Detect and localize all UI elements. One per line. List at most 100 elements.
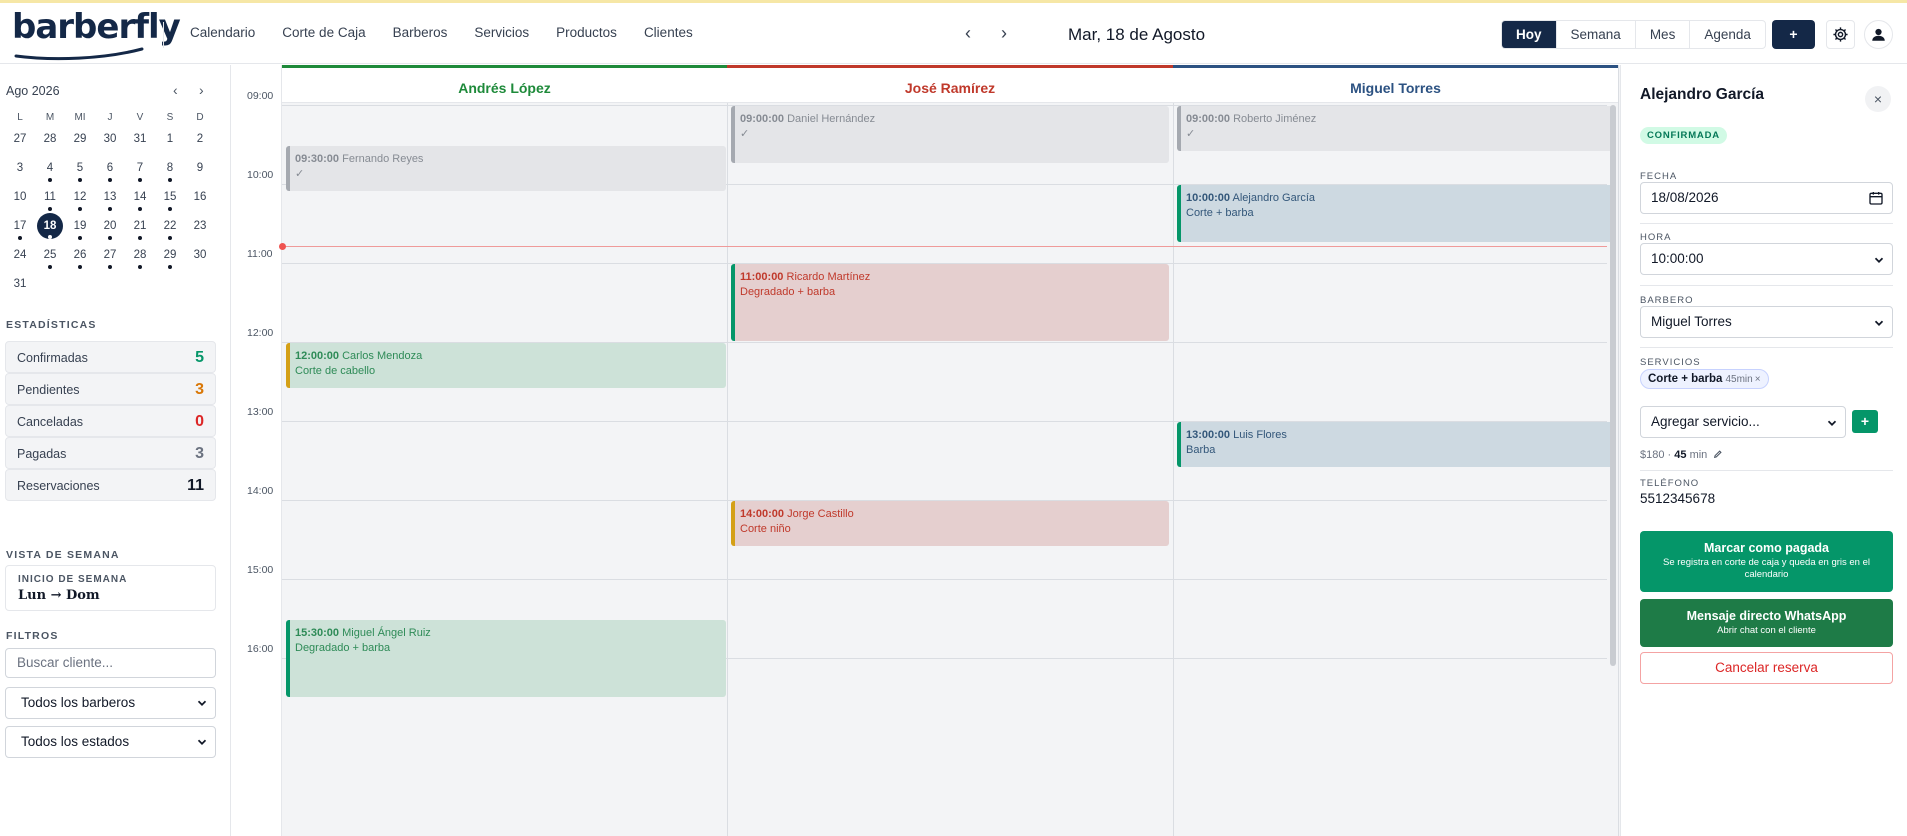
calendar-day-number: 11 — [44, 191, 56, 203]
nav-calendario[interactable]: Calendario — [190, 25, 255, 40]
appointment-card[interactable]: 11:00:00 Ricardo Martínez Degradado + bar… — [731, 264, 1169, 341]
nav-barberos[interactable]: Barberos — [393, 25, 448, 40]
calendar-day[interactable]: 29 — [155, 243, 185, 272]
appointment-card[interactable]: 10:00:00 Alejandro García Corte + barba — [1177, 185, 1614, 243]
calendar-day[interactable]: 6 — [95, 156, 125, 185]
calendar-day[interactable]: 15 — [155, 185, 185, 214]
calendar-day[interactable]: 30 — [185, 243, 215, 272]
calendar-day[interactable]: 17 — [5, 214, 35, 243]
calendar-day[interactable]: 4 — [35, 156, 65, 185]
calendar-day[interactable]: 7 — [125, 156, 155, 185]
calendar-day[interactable]: 28 — [35, 127, 65, 156]
view-week-button[interactable]: Semana — [1557, 21, 1636, 48]
barber-column-header[interactable]: José Ramírez — [727, 65, 1173, 103]
add-service-select[interactable]: Agregar servicio... — [1640, 406, 1846, 438]
appointment-card[interactable]: 13:00:00 Luis Flores Barba — [1177, 422, 1614, 468]
pencil-icon[interactable] — [1713, 449, 1723, 459]
view-today-button[interactable]: Hoy — [1502, 21, 1557, 48]
appointment-card[interactable]: 14:00:00 Jorge Castillo Corte niño — [731, 501, 1169, 547]
service-chip[interactable]: Corte + barba 45min × — [1640, 369, 1769, 389]
time-caption: HORA — [1640, 232, 1672, 243]
calendar-day[interactable]: 21 — [125, 214, 155, 243]
calendar-week-row: 10 11 12 13 14 15 16 — [5, 185, 215, 214]
barber-column-header[interactable]: Miguel Torres — [1173, 65, 1618, 103]
calendar-day[interactable]: 26 — [65, 243, 95, 272]
new-appointment-button[interactable]: + — [1772, 20, 1815, 49]
calendar-day[interactable]: 3 — [5, 156, 35, 185]
phone-value: 5512345678 — [1640, 491, 1716, 506]
whatsapp-button[interactable]: Mensaje directo WhatsApp Abrir chat con … — [1640, 599, 1893, 647]
calendar-day[interactable]: 27 — [5, 127, 35, 156]
stat-confirmadas[interactable]: Confirmadas 5 — [5, 341, 216, 373]
appointment-detail: Barba — [1186, 444, 1216, 456]
client-search-input[interactable]: Buscar cliente... — [5, 648, 216, 678]
calendar-day[interactable]: 28 — [125, 243, 155, 272]
column-divider — [1173, 65, 1174, 836]
app-logo[interactable]: barberfly — [12, 7, 181, 47]
next-day-button[interactable]: › — [994, 23, 1014, 44]
week-start-setting[interactable]: INICIO DE SEMANA Lun → Dom — [5, 565, 216, 611]
appointment-card[interactable]: 09:30:00 Fernando Reyes ✓ — [286, 145, 726, 191]
calendar-day[interactable]: 19 — [65, 214, 95, 243]
calendar-day[interactable]: 1 — [155, 127, 185, 156]
add-service-button[interactable]: + — [1852, 410, 1878, 433]
barber-select[interactable]: Miguel Torres — [1640, 306, 1893, 338]
calendar-day[interactable]: 23 — [185, 214, 215, 243]
calendar-day[interactable]: 5 — [65, 156, 95, 185]
nav-corte-de-caja[interactable]: Corte de Caja — [282, 25, 365, 40]
status-filter-select[interactable]: Todos los estados — [5, 726, 216, 758]
calendar-day[interactable]: 13 — [95, 185, 125, 214]
mark-paid-button[interactable]: Marcar como pagada Se registra en corte … — [1640, 531, 1893, 592]
date-field[interactable]: 18/08/2026 — [1640, 182, 1893, 214]
settings-button[interactable] — [1826, 20, 1855, 49]
cancel-reservation-button[interactable]: Cancelar reserva — [1640, 652, 1893, 684]
view-agenda-button[interactable]: Agenda — [1690, 21, 1765, 48]
calendar-day[interactable]: 24 — [5, 243, 35, 272]
prev-day-button[interactable]: ‹ — [958, 23, 978, 44]
calendar-day[interactable]: 10 — [5, 185, 35, 214]
calendar-day[interactable]: 14 — [125, 185, 155, 214]
barber-filter-select[interactable]: Todos los barberos — [5, 687, 216, 719]
nav-servicios[interactable]: Servicios — [474, 25, 529, 40]
time-select[interactable]: 10:00:00 — [1640, 243, 1893, 275]
barber-column-header[interactable]: Andrés López — [282, 65, 727, 103]
calendar-day[interactable]: 25 — [35, 243, 65, 272]
calendar-day-number: 27 — [13, 133, 27, 145]
nav-productos[interactable]: Productos — [556, 25, 617, 40]
appointment-client: Miguel Ángel Ruiz — [342, 626, 431, 639]
nav-clientes[interactable]: Clientes — [644, 25, 693, 40]
calendar-day[interactable]: 2 — [185, 127, 215, 156]
calendar-day[interactable]: 12 — [65, 185, 95, 214]
mini-calendar-prev-button[interactable]: ‹ — [173, 82, 178, 98]
remove-service-button[interactable]: × — [1755, 374, 1761, 385]
calendar-day[interactable]: 30 — [95, 127, 125, 156]
stat-pendientes[interactable]: Pendientes 3 — [5, 373, 216, 405]
user-menu-button[interactable] — [1864, 20, 1893, 49]
appointment-card[interactable]: 15:30:00 Miguel Ángel Ruiz Degradado + ba… — [286, 619, 726, 697]
event-dot — [48, 178, 52, 182]
calendar-day[interactable]: 31 — [5, 272, 35, 301]
user-icon — [1872, 28, 1885, 41]
view-month-button[interactable]: Mes — [1636, 21, 1691, 48]
appointment-card[interactable]: 09:00:00 Daniel Hernández ✓ — [731, 106, 1169, 164]
stat-canceladas[interactable]: Canceladas 0 — [5, 405, 216, 437]
calendar-scrollbar[interactable] — [1610, 105, 1616, 666]
calendar-day[interactable]: 11 — [35, 185, 65, 214]
calendar-day[interactable]: 22 — [155, 214, 185, 243]
calendar-day[interactable]: 20 — [95, 214, 125, 243]
stat-label: Reservaciones — [17, 479, 100, 493]
mini-calendar-next-button[interactable]: › — [199, 82, 204, 98]
calendar-day[interactable]: 8 — [155, 156, 185, 185]
appointment-card[interactable]: 09:00:00 Roberto Jiménez ✓ — [1177, 106, 1614, 152]
calendar-day[interactable]: 27 — [95, 243, 125, 272]
calendar-day-number: 31 — [13, 278, 27, 290]
calendar-day[interactable]: 16 — [185, 185, 215, 214]
close-panel-button[interactable]: × — [1865, 86, 1891, 112]
calendar-day[interactable]: 18 — [35, 213, 65, 243]
calendar-day[interactable]: 29 — [65, 127, 95, 156]
calendar-day[interactable]: 9 — [185, 156, 215, 185]
appointment-card[interactable]: 12:00:00 Carlos Mendoza Corte de cabello — [286, 343, 726, 389]
stat-pagadas[interactable]: Pagadas 3 — [5, 437, 216, 469]
calendar-day[interactable]: 31 — [125, 127, 155, 156]
stat-reservaciones[interactable]: Reservaciones 11 — [5, 469, 216, 501]
